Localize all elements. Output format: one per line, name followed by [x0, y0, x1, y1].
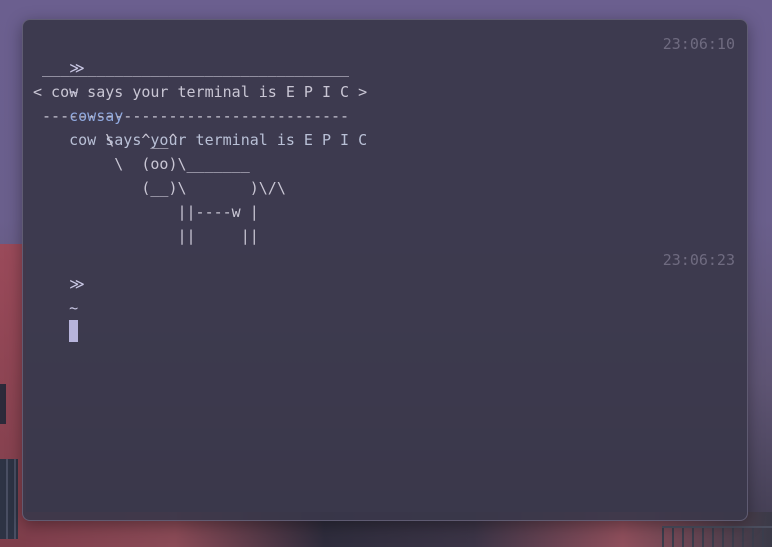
- command-line: ≫ ~ cowsay cow says your terminal is E P…: [33, 32, 735, 149]
- terminal-window[interactable]: ≫ ~ cowsay cow says your terminal is E P…: [22, 19, 748, 521]
- output-line: || ||: [33, 227, 259, 245]
- active-prompt-line[interactable]: ≫ ~ 23:06:23: [33, 248, 735, 342]
- output-line: \ (oo)\_______: [33, 155, 250, 173]
- output-line: __________________________________: [33, 59, 350, 77]
- prompt-timestamp: 23:06:23: [662, 251, 735, 269]
- output-line: < cow says your terminal is E P I C >: [33, 83, 368, 101]
- prompt-arrow-icon: ≫: [69, 275, 85, 293]
- prompt-cwd: ~: [69, 299, 79, 317]
- output-line: (__)\ )\/\: [33, 179, 286, 197]
- background-railing: [662, 526, 772, 547]
- command-timestamp: 23:06:10: [662, 35, 735, 53]
- output-line: ||----w |: [33, 203, 259, 221]
- output-line: ----------------------------------: [33, 107, 350, 125]
- output-line: \ ^__^: [33, 131, 178, 149]
- text-cursor[interactable]: [69, 320, 79, 342]
